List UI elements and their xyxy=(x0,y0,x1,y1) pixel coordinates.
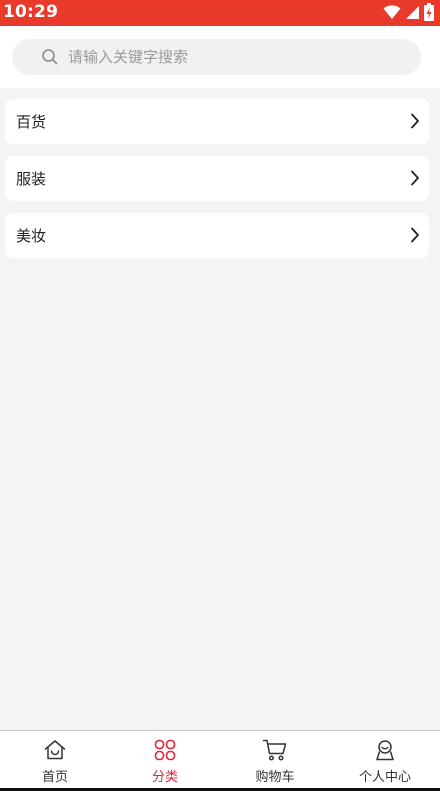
tab-profile[interactable]: 个人中心 xyxy=(330,731,440,789)
search-header xyxy=(0,26,440,88)
category-item-meizhuang[interactable]: 美妆 xyxy=(5,213,429,258)
search-bar[interactable] xyxy=(12,39,421,75)
bottom-tab-bar: 首页 分类 购物车 个人中心 xyxy=(0,730,440,789)
status-time: 10:29 xyxy=(3,2,59,22)
category-label: 服装 xyxy=(16,170,47,188)
status-bar: 10:29 xyxy=(0,0,440,26)
tab-label: 购物车 xyxy=(255,770,295,785)
chevron-right-icon xyxy=(411,227,419,243)
chevron-right-icon xyxy=(411,170,419,186)
tab-label: 首页 xyxy=(41,770,68,785)
tab-home[interactable]: 首页 xyxy=(0,731,110,789)
category-item-fuzhuang[interactable]: 服装 xyxy=(5,156,429,201)
category-item-baihuo[interactable]: 百货 xyxy=(5,99,429,144)
tab-label: 个人中心 xyxy=(358,770,411,785)
category-label: 美妆 xyxy=(16,227,47,245)
home-icon xyxy=(44,740,66,760)
user-icon xyxy=(376,740,394,761)
wifi-icon xyxy=(383,5,401,19)
battery-icon xyxy=(424,3,434,21)
category-label: 百货 xyxy=(16,113,47,131)
search-icon xyxy=(42,49,58,65)
chevron-right-icon xyxy=(411,113,419,129)
grid-icon xyxy=(154,739,176,761)
signal-icon xyxy=(406,6,419,19)
tab-category[interactable]: 分类 xyxy=(110,731,220,789)
tab-label: 分类 xyxy=(151,770,178,785)
search-input[interactable] xyxy=(68,39,398,75)
status-icons xyxy=(383,3,434,21)
tab-cart[interactable]: 购物车 xyxy=(220,731,330,789)
cart-icon xyxy=(262,739,287,761)
